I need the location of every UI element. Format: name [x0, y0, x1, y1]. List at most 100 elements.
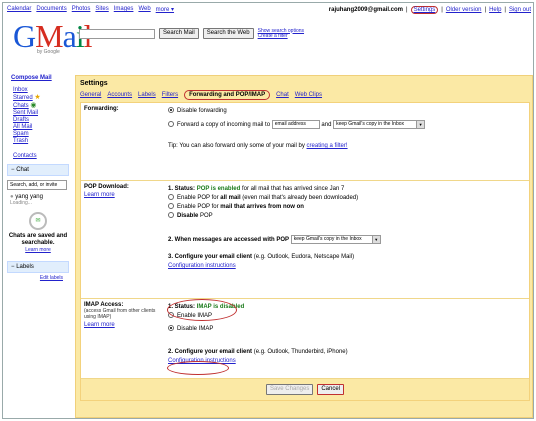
pop-when-select[interactable]: keep Gmail's copy in the Inbox ▼: [290, 235, 381, 244]
disable-imap-radio[interactable]: [168, 325, 174, 331]
top-bar: Calendar Documents Photos Sites Images W…: [7, 6, 531, 16]
pop-opt3-text: POP: [200, 213, 213, 219]
nav-sites-link[interactable]: Sites: [95, 6, 108, 13]
nav-web-link[interactable]: Web: [138, 6, 150, 13]
sidebar-item-spam[interactable]: Spam: [13, 131, 69, 138]
save-changes-button[interactable]: Save Changes: [265, 384, 314, 395]
pop-config-instructions-link[interactable]: Configuration instructions: [168, 263, 236, 269]
tab-chat[interactable]: Chat: [276, 92, 289, 98]
collapse-icon: −: [11, 264, 15, 270]
pop-opt1-note: (even mail that's already been downloade…: [242, 195, 359, 201]
pop-disable-radio[interactable]: [168, 212, 174, 218]
enable-imap-radio[interactable]: [168, 312, 174, 318]
settings-link[interactable]: Settings: [410, 6, 439, 14]
imap-status-value: IMAP is disabled: [196, 304, 245, 310]
imap-config-instructions-link[interactable]: Configuration instructions: [168, 358, 236, 364]
forward-copy-radio[interactable]: [168, 121, 174, 128]
pop-status-value: POP is enabled: [196, 186, 241, 192]
chat-search-input[interactable]: Search, add, or invite: [7, 180, 67, 190]
sidebar-item-drafts[interactable]: Drafts: [13, 117, 69, 124]
pop-configure-label: 3. Configure your email client: [168, 254, 253, 261]
tab-forwarding-pop-imap[interactable]: Forwarding and POP/IMAP: [184, 90, 271, 100]
tab-accounts[interactable]: Accounts: [107, 92, 132, 98]
nav-more-link[interactable]: more ▾: [156, 6, 174, 13]
tab-filters[interactable]: Filters: [162, 92, 178, 98]
forward-address-input[interactable]: email address: [271, 120, 320, 129]
settings-content: Forwarding: Disable forwarding Forward a…: [80, 102, 530, 401]
labels-panel-title: Labels: [16, 264, 34, 270]
pop-label: POP Download:: [84, 184, 129, 190]
pop-when-label: 2. When messages are accessed with POP: [168, 237, 290, 244]
contacts-link[interactable]: Contacts: [13, 153, 69, 160]
chat-contact[interactable]: ● yang yang Loading...: [10, 194, 69, 206]
sidebar-item-trash[interactable]: Trash: [13, 138, 69, 145]
pop-from-now-radio[interactable]: [168, 203, 174, 209]
tab-web-clips[interactable]: Web Clips: [295, 92, 322, 98]
nav-documents-link[interactable]: Documents: [36, 6, 66, 13]
forward-action-select[interactable]: keep Gmail's copy in the Inbox ▼: [333, 120, 426, 129]
pop-when-value: keep Gmail's copy in the Inbox: [293, 236, 362, 242]
chat-saved-text: Chats are saved and searchable.: [8, 233, 68, 246]
sidebar-item-chats-label[interactable]: Chats: [13, 103, 29, 109]
search-web-button[interactable]: Search the Web: [202, 28, 254, 39]
disable-forwarding-radio[interactable]: [168, 107, 174, 113]
enable-imap-text: Enable IMAP: [177, 313, 213, 319]
pop-learn-more-link[interactable]: Learn more: [84, 192, 162, 198]
pop-opt1-text: Enable POP for: [177, 195, 219, 201]
disable-imap-text: Disable IMAP: [177, 326, 214, 332]
create-filter-link[interactable]: Create a filter: [258, 33, 304, 39]
pop-opt2-text: Enable POP for: [177, 204, 219, 210]
sign-out-link[interactable]: Sign out: [509, 7, 531, 13]
pop-opt1-bold: all mail: [220, 195, 241, 201]
forwarding-section: Forwarding: Disable forwarding Forward a…: [81, 103, 529, 181]
sidebar-item-all-mail[interactable]: All Mail: [13, 124, 69, 131]
pop-all-mail-radio[interactable]: [168, 194, 174, 200]
star-icon: ★: [34, 94, 41, 101]
sidebar: Compose Mail Inbox Starred ★ Chats ◉ Sen…: [7, 69, 69, 281]
forward-action-value: keep Gmail's copy in the Inbox: [336, 121, 405, 127]
search-links: Show search options Create a filter: [258, 28, 304, 39]
sidebar-item-starred-label[interactable]: Starred: [13, 95, 33, 101]
create-filter-tip-link[interactable]: creating a filter!: [307, 143, 348, 149]
page-title: Settings: [80, 80, 108, 87]
search-mail-button[interactable]: Search Mail: [159, 28, 199, 39]
sidebar-item-inbox[interactable]: Inbox: [13, 87, 69, 94]
compose-mail-link[interactable]: Compose Mail: [11, 75, 69, 81]
chat-saved-icon: ✉: [29, 212, 47, 230]
labels-panel-header[interactable]: − Labels: [7, 261, 69, 273]
logo-byline: by Google: [37, 49, 60, 55]
older-version-link[interactable]: Older version: [446, 7, 482, 13]
sidebar-item-chats[interactable]: Chats ◉: [13, 102, 69, 110]
browser-viewport: Calendar Documents Photos Sites Images W…: [2, 2, 534, 419]
forward-and-text: and: [321, 122, 332, 129]
account-email: rajuhang2009@gmail.com: [328, 7, 403, 13]
pop-status-suffix: for all mail that has arrived since Jan …: [241, 186, 345, 192]
imap-sublabel: (access Gmail from other clients using I…: [84, 308, 156, 320]
gmail-logo[interactable]: GMail by Google: [13, 20, 93, 55]
help-link[interactable]: Help: [489, 7, 501, 13]
sidebar-item-starred[interactable]: Starred ★: [13, 94, 69, 102]
sidebar-item-sent[interactable]: Sent Mail: [13, 110, 69, 117]
dropdown-arrow-icon: ▼: [416, 121, 425, 128]
nav-calendar-link[interactable]: Calendar: [7, 6, 31, 13]
tab-general[interactable]: General: [80, 92, 101, 98]
pop-status-prefix: 1. Status:: [168, 186, 196, 192]
settings-tabs: General Accounts Labels Filters Forwardi…: [80, 90, 532, 100]
settings-panel: Settings General Accounts Labels Filters…: [75, 75, 533, 418]
account-links: rajuhang2009@gmail.com | Settings | Olde…: [328, 6, 531, 14]
imap-learn-more-link[interactable]: Learn more: [84, 322, 162, 328]
disable-forwarding-text: Disable forwarding: [177, 108, 227, 114]
search-area: Search Mail Search the Web Show search o…: [79, 28, 304, 39]
search-input[interactable]: [79, 28, 155, 39]
contact-status: Loading...: [10, 200, 32, 206]
nav-images-link[interactable]: Images: [114, 6, 134, 13]
tab-labels[interactable]: Labels: [138, 92, 156, 98]
pop-opt3-bold: Disable: [177, 213, 199, 219]
chat-panel-title: Chat: [16, 167, 29, 173]
chat-learn-more-link[interactable]: Learn more: [25, 247, 51, 253]
dropdown-arrow-icon: ▼: [371, 236, 380, 243]
cancel-button[interactable]: Cancel: [317, 384, 345, 395]
nav-photos-link[interactable]: Photos: [72, 6, 91, 13]
edit-labels-link[interactable]: Edit labels: [40, 275, 63, 281]
chat-panel-header[interactable]: − Chat: [7, 164, 69, 176]
